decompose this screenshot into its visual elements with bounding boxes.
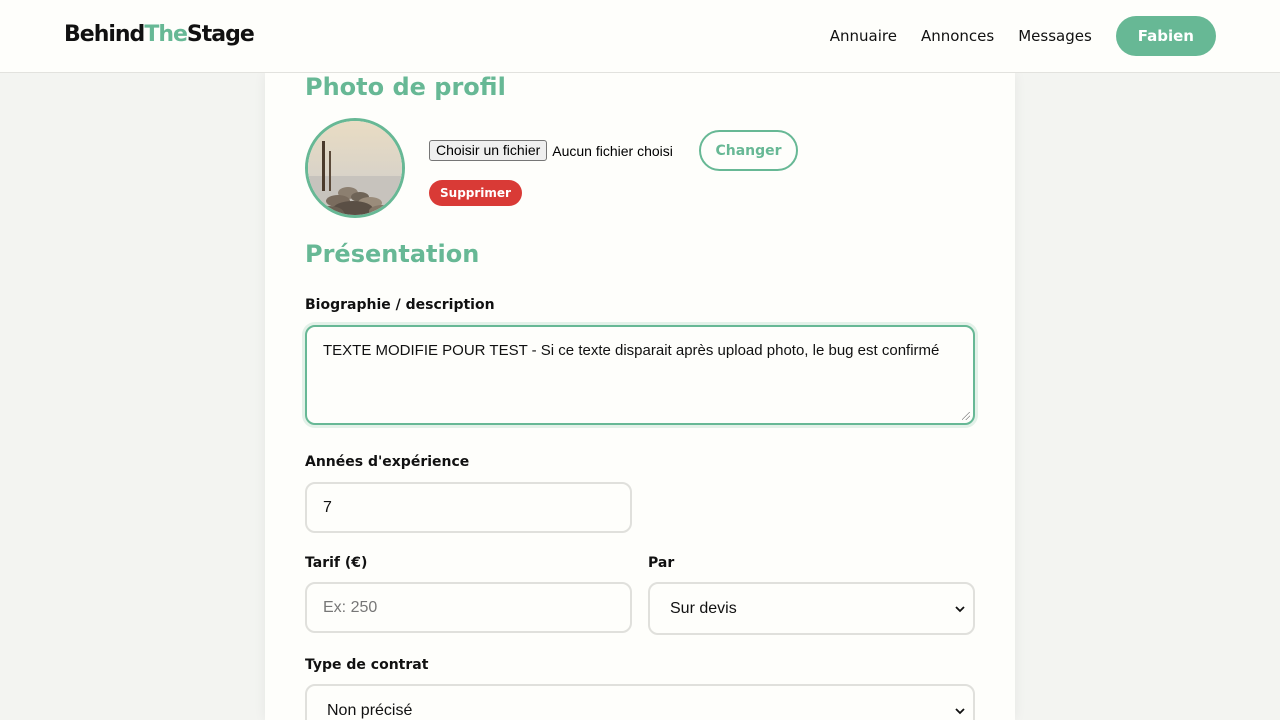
change-photo-button[interactable]: Changer <box>699 130 798 171</box>
chevron-down-icon <box>955 605 965 612</box>
bio-textarea[interactable]: TEXTE MODIFIE POUR TEST - Si ce texte di… <box>305 325 975 425</box>
per-label: Par <box>648 555 675 571</box>
nav-link-messages[interactable]: Messages <box>1018 27 1092 45</box>
section-title-photo: Photo de profil <box>305 73 506 101</box>
user-menu-button[interactable]: Fabien <box>1115 16 1216 56</box>
contract-label: Type de contrat <box>305 657 429 673</box>
rate-input[interactable]: Ex: 250 <box>305 582 632 633</box>
contract-selected-value: Non précisé <box>327 701 413 719</box>
top-header: BehindTheStage Annuaire Annonces Message… <box>0 0 1280 73</box>
profile-form-card: Photo de profil Choisir un fichier Aucun… <box>265 73 1015 720</box>
rate-placeholder: Ex: 250 <box>323 598 378 616</box>
avatar <box>305 118 405 218</box>
brand-logo[interactable]: BehindTheStage <box>64 22 255 47</box>
experience-input[interactable]: 7 <box>305 482 632 533</box>
nav-link-directory[interactable]: Annuaire <box>830 27 897 45</box>
brand-part-1: Behind <box>64 22 145 47</box>
main-nav: Annuaire Annonces Messages Fabien <box>806 0 1216 72</box>
file-picker: Choisir un fichier Aucun fichier choisi <box>429 140 673 161</box>
per-selected-value: Sur devis <box>670 599 737 617</box>
avatar-photo-image <box>308 121 402 215</box>
brand-part-2: The <box>144 22 188 47</box>
choose-file-button[interactable]: Choisir un fichier <box>429 140 548 161</box>
experience-value: 7 <box>323 498 332 516</box>
brand-part-3: Stage <box>186 22 255 47</box>
resize-handle-icon[interactable] <box>962 412 970 420</box>
per-select[interactable]: Sur devis <box>648 582 975 635</box>
section-title-presentation: Présentation <box>305 240 480 268</box>
file-status-text: Aucun fichier choisi <box>552 142 673 159</box>
rate-label: Tarif (€) <box>305 555 368 571</box>
contract-select[interactable]: Non précisé <box>305 684 975 720</box>
chevron-down-icon <box>955 707 965 714</box>
nav-link-ads[interactable]: Annonces <box>921 27 994 45</box>
bio-text: TEXTE MODIFIE POUR TEST - Si ce texte di… <box>323 342 940 359</box>
delete-photo-button[interactable]: Supprimer <box>429 180 522 206</box>
bio-label: Biographie / description <box>305 297 495 313</box>
experience-label: Années d'expérience <box>305 454 470 470</box>
